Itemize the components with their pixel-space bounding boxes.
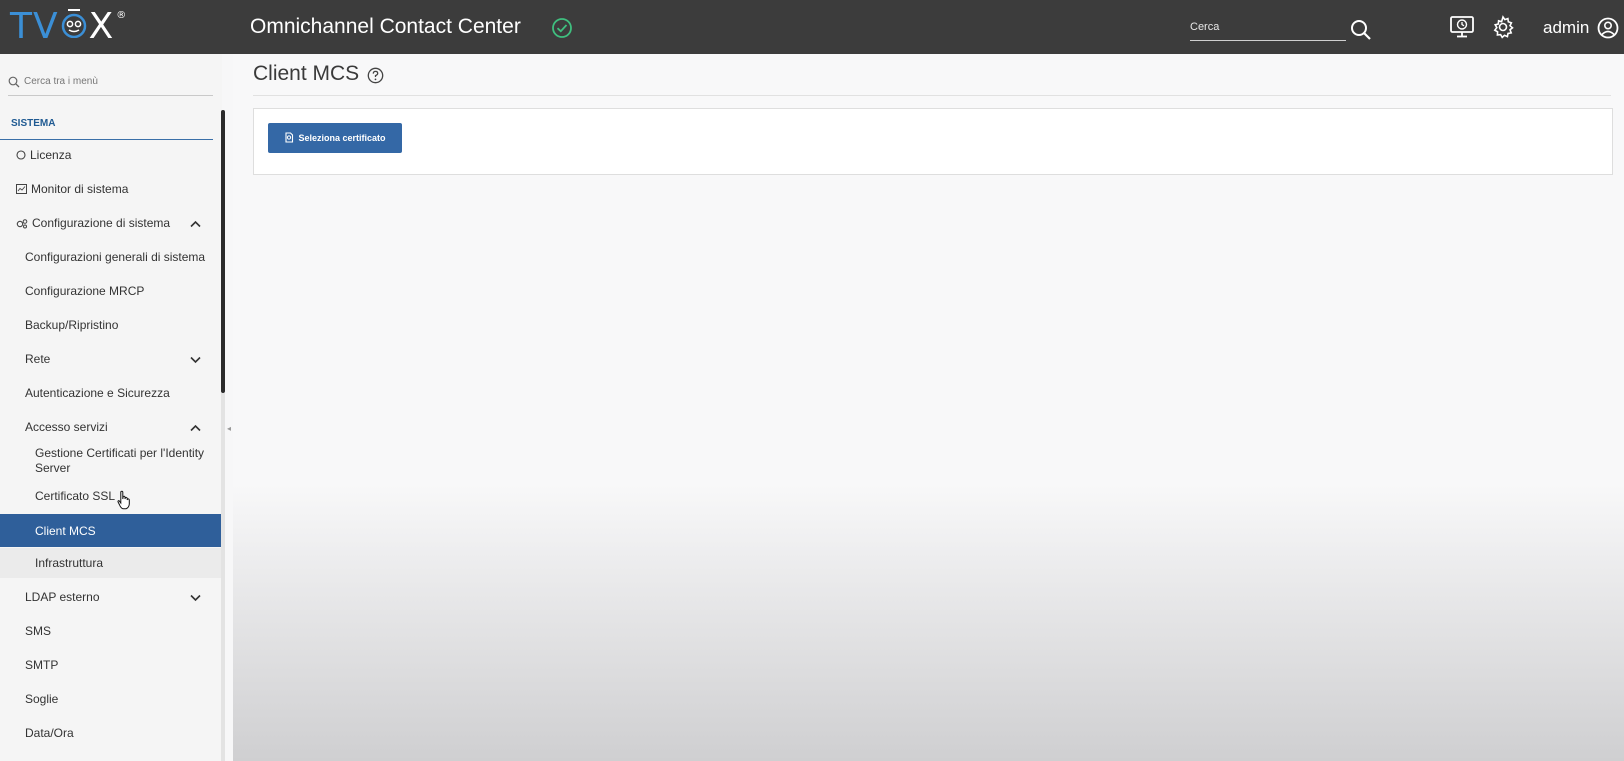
sidebar-item-monitor-di-sistema[interactable]: Monitor di sistema: [0, 174, 222, 204]
monitor-clock-icon[interactable]: [1449, 15, 1475, 44]
chevron-down-icon[interactable]: [190, 591, 201, 605]
collapse-sidebar-icon[interactable]: ◂: [227, 424, 231, 433]
sidebar-item-label: Backup/Ripristino: [25, 318, 119, 332]
sidebar-item-sms[interactable]: SMS: [0, 616, 222, 646]
sidebar-item-data-ora[interactable]: Data/Ora: [0, 718, 222, 748]
hand-cursor-icon: [117, 490, 131, 515]
sidebar-item-client-mcs[interactable]: Client MCS: [0, 514, 222, 547]
sidebar: SISTEMA Licenza Monitor di sistema Confi…: [0, 54, 231, 761]
sidebar-item-smtp[interactable]: SMTP: [0, 650, 222, 680]
sidebar-item-label: SMS: [25, 624, 52, 638]
main-content: Client MCS Seleziona certificato: [233, 54, 1624, 761]
content-card: Seleziona certificato: [253, 108, 1613, 175]
sidebar-item-autenticazione-sicurezza[interactable]: Autenticazione e Sicurezza: [0, 378, 222, 408]
sidebar-item-configurazioni-generali[interactable]: Configurazioni generali di sistema: [0, 242, 222, 272]
menu-search: [8, 68, 213, 96]
sidebar-item-label: Configurazioni generali di sistema: [25, 250, 206, 264]
sidebar-item-label: Soglie: [25, 692, 59, 706]
gears-icon: [16, 218, 28, 229]
sidebar-item-label: Licenza: [30, 148, 72, 162]
sidebar-item-licenza[interactable]: Licenza: [0, 140, 222, 170]
sidebar-item-backup-ripristino[interactable]: Backup/Ripristino: [0, 310, 222, 340]
title-divider: [253, 95, 1611, 96]
sidebar-item-label: Autenticazione e Sicurezza: [25, 386, 170, 400]
check-circle-icon: [551, 17, 573, 44]
user-name[interactable]: admin: [1543, 18, 1589, 38]
page-title: Client MCS: [253, 62, 360, 85]
sidebar-item-label: Configurazione MRCP: [25, 284, 145, 298]
logo-face-icon: [60, 6, 88, 47]
sidebar-item-label: Configurazione di sistema: [32, 216, 171, 230]
sidebar-item-label: Accesso servizi: [25, 420, 108, 434]
gear-icon[interactable]: [1491, 15, 1515, 44]
sidebar-item-label: SMTP: [25, 658, 59, 672]
sidebar-scrollbar-track[interactable]: [221, 393, 225, 761]
user-circle-icon[interactable]: [1597, 17, 1619, 44]
certificate-icon: [284, 131, 294, 145]
circle-icon: [16, 150, 26, 160]
sidebar-item-certificato-ssl[interactable]: Certificato SSL: [0, 481, 222, 511]
sidebar-scrollbar-thumb[interactable]: [221, 110, 225, 393]
sidebar-item-label: Data/Ora: [25, 726, 74, 740]
sidebar-item-gestione-certificati-identity[interactable]: Gestione Certificati per l'Identity Serv…: [0, 442, 222, 482]
sidebar-item-accesso-servizi[interactable]: Accesso servizi: [0, 412, 222, 442]
sidebar-item-label: Client MCS: [35, 523, 96, 538]
top-bar: TV X ® Omnichannel Contact Center Cerca …: [0, 0, 1624, 54]
chevron-down-icon[interactable]: [190, 353, 201, 367]
global-search-input[interactable]: [1190, 16, 1346, 38]
app-title: Omnichannel Contact Center: [250, 15, 521, 38]
monitor-chart-icon: [16, 184, 27, 194]
sidebar-item-label: Certificato SSL: [35, 489, 116, 503]
section-sistema[interactable]: SISTEMA: [0, 114, 213, 140]
chevron-up-icon[interactable]: [190, 421, 201, 435]
tvox-logo[interactable]: TV X ®: [10, 5, 128, 47]
chevron-up-icon[interactable]: [190, 217, 201, 231]
sidebar-item-label: Infrastruttura: [35, 556, 104, 570]
sidebar-item-configurazione-di-sistema[interactable]: Configurazione di sistema: [0, 208, 222, 238]
sidebar-item-label: Rete: [25, 352, 51, 366]
help-icon[interactable]: [367, 67, 384, 89]
sidebar-item-rete[interactable]: Rete: [0, 344, 222, 374]
sidebar-item-label: Gestione Certificati per l'Identity Serv…: [35, 446, 205, 475]
logo-text-tv: TV: [10, 5, 59, 47]
sidebar-item-soglie[interactable]: Soglie: [0, 684, 222, 714]
sidebar-item-infrastruttura[interactable]: Infrastruttura: [0, 548, 222, 578]
sidebar-item-ldap-esterno[interactable]: LDAP esterno: [0, 582, 222, 612]
sidebar-item-label: LDAP esterno: [25, 590, 100, 604]
sidebar-item-label: Monitor di sistema: [31, 182, 129, 196]
logo-text-x: X: [88, 5, 115, 47]
menu-search-input[interactable]: [24, 76, 204, 87]
logo-registered: ®: [116, 10, 128, 21]
select-certificate-button[interactable]: Seleziona certificato: [268, 123, 402, 153]
global-search: [1190, 16, 1346, 41]
select-certificate-label: Seleziona certificato: [298, 133, 386, 143]
sidebar-item-configurazione-mrcp[interactable]: Configurazione MRCP: [0, 276, 222, 306]
search-icon[interactable]: [1350, 19, 1372, 46]
search-icon: [8, 76, 20, 87]
